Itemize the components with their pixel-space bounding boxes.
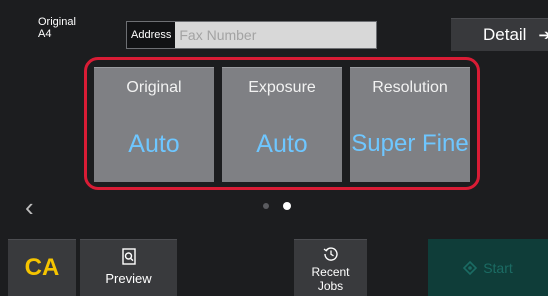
- address-button[interactable]: Address: [127, 22, 176, 48]
- recent-label-line2: Jobs: [317, 279, 344, 293]
- original-label: Original: [38, 16, 76, 28]
- start-button[interactable]: Start: [428, 239, 548, 296]
- start-label: Start: [483, 259, 513, 276]
- detail-label: Detail: [483, 25, 527, 44]
- original-size: A4: [38, 28, 52, 40]
- preview-icon: [121, 248, 136, 265]
- page-dot-1: [263, 203, 269, 209]
- clear-all-button[interactable]: CA: [8, 239, 76, 296]
- preview-label: Preview: [105, 271, 152, 286]
- highlight-frame: [84, 57, 480, 190]
- preview-button[interactable]: Preview: [80, 239, 177, 296]
- fax-screen: Original A4 Address Detail ➔ Original Au…: [0, 0, 548, 296]
- page-dot-2-active: [283, 202, 291, 210]
- original-size-info[interactable]: Original A4: [38, 16, 76, 40]
- page-indicator: [263, 202, 291, 210]
- history-icon: [323, 247, 338, 261]
- fax-number-input[interactable]: [175, 22, 376, 48]
- address-field[interactable]: Address: [126, 21, 377, 49]
- chevron-left-icon[interactable]: ‹: [25, 192, 34, 223]
- recent-label-line1: Recent: [311, 265, 350, 279]
- recent-jobs-button[interactable]: Recent Jobs: [294, 239, 367, 296]
- detail-button[interactable]: Detail ➔: [451, 18, 548, 51]
- diamond-icon: [463, 260, 478, 275]
- arrow-right-icon: ➔: [538, 27, 548, 44]
